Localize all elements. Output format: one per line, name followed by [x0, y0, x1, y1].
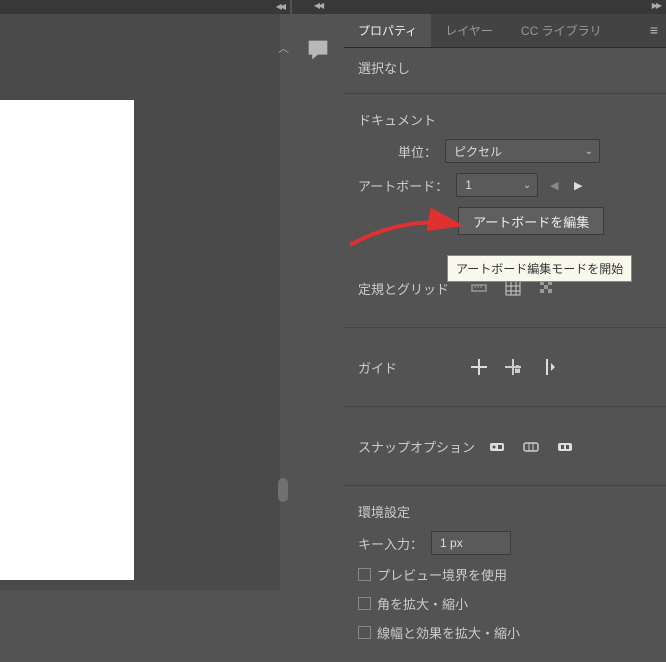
tab-properties[interactable]: プロパティ — [344, 14, 431, 47]
guides-heading: ガイド — [358, 358, 458, 377]
artboard-value: 1 — [465, 178, 472, 192]
artboard-canvas[interactable] — [0, 100, 134, 580]
guides-options-icon[interactable] — [534, 354, 560, 380]
units-label: 単位： — [398, 142, 437, 161]
preferences-heading: 環境設定 — [358, 502, 652, 521]
scale-corners-label: 角を拡大・縮小 — [377, 594, 468, 613]
snap-grid-icon[interactable] — [518, 433, 544, 459]
panel-tabs: プロパティ レイヤー CC ライブラリ — [344, 14, 666, 48]
edit-artboard-button[interactable]: アートボードを編集 — [458, 207, 604, 235]
tab-cc-libraries[interactable]: CC ライブラリ — [507, 14, 616, 47]
document-heading: ドキュメント — [358, 110, 652, 129]
units-value: ピクセル — [454, 143, 502, 160]
key-input-label: キー入力： — [358, 534, 423, 553]
snap-point-icon[interactable] — [484, 433, 510, 459]
artboard-select[interactable]: 1 ⌄ — [456, 173, 538, 197]
tab-layers[interactable]: レイヤー — [431, 14, 507, 47]
canvas-area: ◀◀ ︿ — [0, 0, 280, 590]
comment-icon[interactable] — [302, 36, 334, 64]
snap-pixel-icon[interactable] — [552, 433, 578, 459]
artboard-label: アートボード： — [358, 176, 448, 195]
selection-status: 選択なし — [358, 58, 652, 77]
scrollbar-thumb[interactable] — [278, 478, 288, 502]
guides-show-icon[interactable] — [466, 354, 492, 380]
key-input-field[interactable] — [431, 531, 511, 555]
scale-strokes-label: 線幅と効果を拡大・縮小 — [377, 623, 520, 642]
scale-strokes-checkbox[interactable] — [358, 626, 371, 639]
collapsed-panel-strip: ◀◀ — [292, 0, 344, 590]
panel-topbar: ▶▶ — [344, 0, 666, 14]
edit-artboard-tooltip: アートボード編集モードを開始 — [447, 255, 632, 282]
chevron-down-icon: ⌄ — [523, 180, 531, 191]
canvas-topbar: ◀◀ — [0, 0, 290, 14]
preview-bounds-label: プレビュー境界を使用 — [377, 565, 507, 584]
scroll-up-icon[interactable]: ︿ — [278, 40, 289, 56]
panel-menu-icon[interactable]: ≡ — [650, 22, 658, 38]
artboard-prev-button[interactable]: ◀ — [546, 177, 562, 193]
guides-lock-icon[interactable] — [500, 354, 526, 380]
snap-heading: スナップオプション — [358, 437, 476, 456]
chevron-down-icon: ⌄ — [585, 146, 593, 157]
strip-topbar: ◀◀ — [292, 0, 344, 14]
preview-bounds-checkbox[interactable] — [358, 568, 371, 581]
rulers-grid-heading: 定規とグリッド — [358, 279, 458, 298]
scale-corners-checkbox[interactable] — [358, 597, 371, 610]
properties-panel: ▶▶ プロパティ レイヤー CC ライブラリ ≡ 選択なし ドキュメント 単位：… — [344, 0, 666, 590]
collapse-icon[interactable]: ◀◀ — [276, 2, 284, 11]
units-select[interactable]: ピクセル ⌄ — [445, 139, 600, 163]
artboard-next-button[interactable]: ▶ — [570, 177, 586, 193]
